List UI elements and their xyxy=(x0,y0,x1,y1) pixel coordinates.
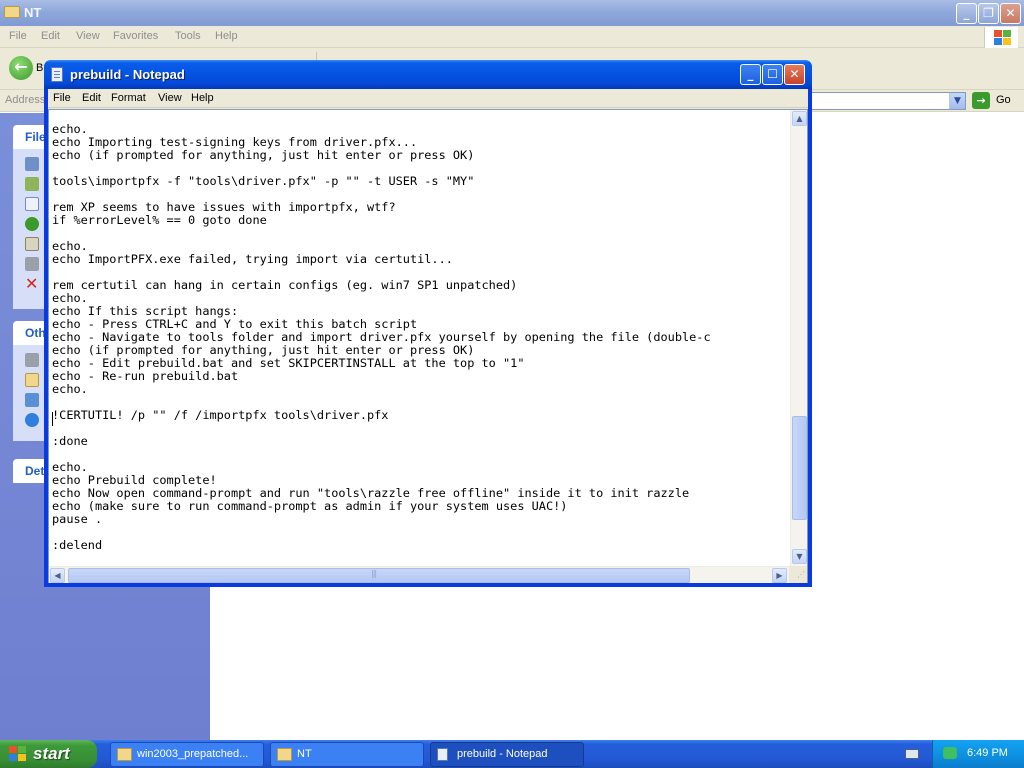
text-caret xyxy=(52,412,53,426)
go-arrow-icon: → xyxy=(972,92,990,109)
vertical-scroll-thumb[interactable] xyxy=(792,416,807,520)
go-label: Go xyxy=(996,94,1011,106)
np-menu-file[interactable]: File xyxy=(53,92,71,104)
close-button[interactable]: ✕ xyxy=(1000,3,1021,24)
scroll-left-icon[interactable]: ◀ xyxy=(50,568,65,583)
go-button[interactable]: → Go xyxy=(972,92,1020,110)
system-tray: 6:49 PM xyxy=(932,740,1024,768)
text-line xyxy=(52,448,788,461)
notepad-menu-bar: File Edit Format View Help xyxy=(48,89,808,108)
text-line: tools\importpfx -f "tools\driver.pfx" -p… xyxy=(52,174,475,188)
text-line: rem certutil can hang in certain configs… xyxy=(52,278,518,292)
address-label: Address xyxy=(5,94,46,106)
windows-logo-icon xyxy=(984,27,1018,48)
copy-icon[interactable] xyxy=(25,197,39,211)
horizontal-scroll-thumb[interactable] xyxy=(68,568,690,583)
np-menu-view[interactable]: View xyxy=(158,92,182,104)
email-icon[interactable] xyxy=(25,237,39,251)
minimize-button[interactable]: _ xyxy=(956,3,977,24)
notepad-minimize-button[interactable]: _ xyxy=(740,64,761,85)
editor-content[interactable]: echo. echo Importing test-signing keys fr… xyxy=(52,123,788,568)
explorer-title-bar[interactable]: NT _ ❐ ✕ xyxy=(0,0,1024,26)
folder-icon xyxy=(277,748,292,761)
notepad-close-button[interactable]: ✕ xyxy=(784,64,805,85)
drive-icon[interactable] xyxy=(25,353,39,367)
back-arrow-icon[interactable]: ← xyxy=(9,56,33,80)
menu-help[interactable]: Help xyxy=(215,30,238,42)
scroll-down-icon[interactable]: ▼ xyxy=(792,549,807,564)
text-line xyxy=(52,227,788,240)
network-icon[interactable] xyxy=(25,413,39,427)
resize-grip-icon[interactable]: ⋰ xyxy=(789,566,807,583)
text-editor[interactable]: echo. echo Importing test-signing keys fr… xyxy=(48,109,808,583)
taskbar-item-win2003[interactable]: win2003_prepatched... xyxy=(110,742,264,767)
text-line: :delend xyxy=(52,538,103,552)
taskbar: start win2003_prepatched... NT prebuild … xyxy=(0,740,1024,768)
network-status-icon[interactable] xyxy=(943,747,957,759)
text-line: echo (if prompted for anything, just hit… xyxy=(52,148,475,162)
vertical-scrollbar[interactable]: ▲ ▼ xyxy=(790,110,807,566)
folder-icon xyxy=(117,748,132,761)
notepad-client: File Edit Format View Help echo. echo Imp… xyxy=(48,89,808,583)
notepad-maximize-button[interactable]: ☐ xyxy=(762,64,783,85)
notepad-icon xyxy=(51,67,63,82)
np-menu-help[interactable]: Help xyxy=(191,92,214,104)
keyboard-icon[interactable] xyxy=(905,749,919,759)
folder-icon xyxy=(4,6,20,18)
taskbar-item-notepad[interactable]: prebuild - Notepad xyxy=(430,742,584,767)
menu-edit[interactable]: Edit xyxy=(41,30,60,42)
print-icon[interactable] xyxy=(25,257,39,271)
text-line: echo (make sure to run command-prompt as… xyxy=(52,499,568,513)
np-menu-edit[interactable]: Edit xyxy=(82,92,101,104)
my-computer-icon[interactable] xyxy=(25,393,39,407)
text-line: echo ImportPFX.exe failed, trying import… xyxy=(52,252,453,266)
menu-file[interactable]: File xyxy=(9,30,27,42)
menu-view[interactable]: View xyxy=(76,30,100,42)
publish-icon[interactable] xyxy=(25,217,39,231)
clock[interactable]: 6:49 PM xyxy=(967,747,1008,759)
taskbar-item-label: win2003_prepatched... xyxy=(137,748,249,760)
text-line: pause . xyxy=(52,512,103,526)
taskbar-item-nt[interactable]: NT xyxy=(270,742,424,767)
taskbar-item-label: NT xyxy=(297,748,312,760)
notepad-window: prebuild - Notepad _ ☐ ✕ File Edit Forma… xyxy=(44,60,812,587)
taskbar-item-label: prebuild - Notepad xyxy=(457,748,548,760)
move-icon[interactable] xyxy=(25,177,39,191)
back-label[interactable]: B xyxy=(36,62,43,74)
text-line xyxy=(52,526,788,539)
delete-icon[interactable]: ✕ xyxy=(25,276,39,292)
notepad-title: prebuild - Notepad xyxy=(70,67,185,82)
menu-tools[interactable]: Tools xyxy=(175,30,201,42)
menu-favorites[interactable]: Favorites xyxy=(113,30,158,42)
scroll-right-icon[interactable]: ▶ xyxy=(772,568,787,583)
scroll-up-icon[interactable]: ▲ xyxy=(792,111,807,126)
windows-flag-icon xyxy=(9,746,27,762)
start-label: start xyxy=(33,744,70,763)
text-line: echo - Re-run prebuild.bat xyxy=(52,369,239,383)
np-menu-format[interactable]: Format xyxy=(111,92,146,104)
rename-icon[interactable] xyxy=(25,157,39,171)
notepad-title-bar[interactable]: prebuild - Notepad _ ☐ ✕ xyxy=(44,60,812,89)
text-line: echo. xyxy=(52,382,88,396)
horizontal-scrollbar[interactable]: ◀ ▶ xyxy=(49,566,789,583)
explorer-menu-bar: File Edit View Favorites Tools Help xyxy=(0,26,1024,48)
notepad-icon xyxy=(437,748,448,761)
folder-icon[interactable] xyxy=(25,373,39,387)
text-line: :done xyxy=(52,434,88,448)
text-line: if %errorLevel% == 0 goto done xyxy=(52,213,267,227)
chevron-down-icon[interactable]: ▼ xyxy=(949,93,965,109)
explorer-title: NT xyxy=(24,5,42,20)
text-line xyxy=(52,422,788,435)
maximize-button[interactable]: ❐ xyxy=(978,3,999,24)
start-button[interactable]: start xyxy=(0,740,97,768)
text-line: !CERTUTIL! /p "" /f /importpfx tools\dri… xyxy=(52,408,389,422)
